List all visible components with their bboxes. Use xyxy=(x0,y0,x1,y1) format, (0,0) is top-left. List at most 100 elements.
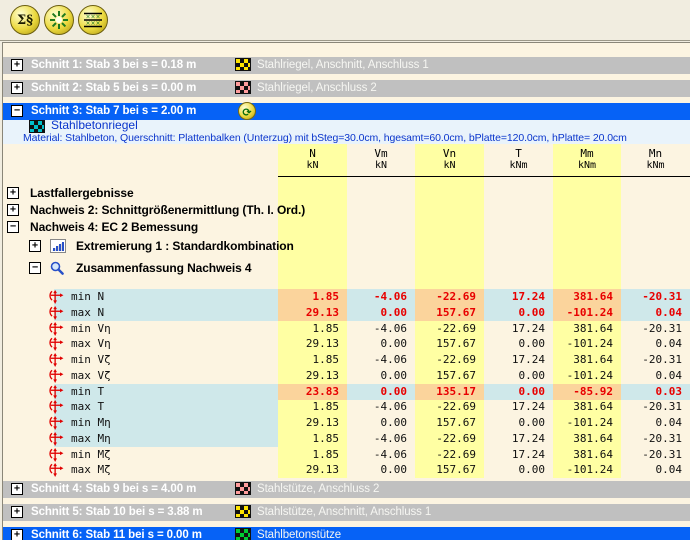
section-row-1[interactable]: Schnitt 1: Stab 3 bei s = 0.18 m Stahlri… xyxy=(3,57,690,74)
value-cell: 17.24 xyxy=(511,353,545,366)
tree-label: Nachweis 2: Schnittgrößenermittlung (Th.… xyxy=(30,203,306,217)
value-cell: 1.85 xyxy=(312,400,340,413)
value-cell: 1.85 xyxy=(312,448,340,461)
row-label: min Vη xyxy=(71,322,111,335)
value-cell: 381.64 xyxy=(573,400,613,413)
expand-icon[interactable] xyxy=(7,187,19,199)
row-label: max T xyxy=(71,400,105,413)
section-label: Schnitt 1: Stab 3 bei s = 0.18 m xyxy=(31,59,197,71)
value-cell: -20.31 xyxy=(621,289,690,305)
section-row-4[interactable]: Schnitt 4: Stab 9 bei s = 4.00 m Stahlst… xyxy=(3,481,690,498)
tree-label: Nachweis 4: EC 2 Bemessung xyxy=(30,220,199,234)
value-cell: -22.69 xyxy=(436,322,476,335)
section-description: Stahlriegel, Anschnitt, Anschluss 1 xyxy=(257,59,429,71)
row-label: max Vη xyxy=(71,337,111,350)
result-row-min-meta[interactable]: min Mη 29.13 0.00 157.67 0.00 -101.24 0.… xyxy=(0,415,690,431)
result-row-min-vzeta[interactable]: min Vζ 1.85 -4.06 -22.69 17.24 381.64 -2… xyxy=(0,352,690,368)
local-axes-icon xyxy=(47,416,65,430)
recalc-recycle-icon[interactable] xyxy=(238,102,256,120)
value-table-button[interactable] xyxy=(78,5,108,35)
value-cell: 0.04 xyxy=(621,305,690,321)
column-header: Vm xyxy=(374,147,388,160)
result-row-min-t[interactable]: min T 23.83 0.00 135.17 0.00 -85.92 0.03 xyxy=(0,384,690,400)
concrete-checker-icon xyxy=(235,528,251,540)
tree-item-zusammenfassung[interactable]: Zusammenfassung Nachweis 4 xyxy=(3,260,690,277)
value-cell: 0.00 xyxy=(518,463,546,476)
expand-icon[interactable] xyxy=(29,240,41,252)
starburst-button[interactable] xyxy=(44,5,74,35)
value-cell: -20.31 xyxy=(642,448,682,461)
section-row-2[interactable]: Schnitt 2: Stab 5 bei s = 0.00 m Stahlri… xyxy=(3,80,690,97)
tree-label: Zusammenfassung Nachweis 4 xyxy=(76,261,252,275)
local-axes-icon xyxy=(47,353,65,367)
result-row-max-t[interactable]: max T 1.85 -4.06 -22.69 17.24 381.64 -20… xyxy=(0,399,690,415)
collapse-icon[interactable] xyxy=(29,262,41,274)
steel-checker-icon xyxy=(235,81,251,94)
result-row-max-veta[interactable]: max Vη 29.13 0.00 157.67 0.00 -101.24 0.… xyxy=(0,336,690,352)
value-cell: 23.83 xyxy=(278,384,347,400)
value-cell: 0.04 xyxy=(655,337,683,350)
value-cell: -101.24 xyxy=(553,305,621,321)
value-cell: 17.24 xyxy=(511,400,545,413)
sigma-section-icon: Σ§ xyxy=(17,12,33,28)
result-row-min-n[interactable]: min N 1.85 -4.06 -22.69 17.24 381.64 -20… xyxy=(0,289,690,305)
collapse-icon[interactable] xyxy=(11,105,23,117)
tree-item-nachweis-2[interactable]: Nachweis 2: Schnittgrößenermittlung (Th.… xyxy=(3,202,690,219)
column-header: T xyxy=(515,147,522,160)
value-cell: -20.31 xyxy=(642,322,682,335)
expand-icon[interactable] xyxy=(11,506,23,518)
value-cell: -22.69 xyxy=(436,400,476,413)
value-cell: 135.17 xyxy=(415,384,484,400)
local-axes-icon xyxy=(47,432,65,446)
row-label: max Mζ xyxy=(71,463,111,476)
value-cell: 157.67 xyxy=(415,305,484,321)
value-cell: -101.24 xyxy=(566,369,613,382)
expand-icon[interactable] xyxy=(11,59,23,71)
value-cell: -20.31 xyxy=(642,353,682,366)
section-description: Stahlbetonstütze xyxy=(257,529,342,540)
expand-icon[interactable] xyxy=(7,204,19,216)
steel-checker-icon xyxy=(235,58,251,71)
section-row-6-selected[interactable]: Schnitt 6: Stab 11 bei s = 0.00 m Stahlb… xyxy=(3,527,690,540)
value-cell: 1.85 xyxy=(312,322,340,335)
local-axes-icon xyxy=(47,385,65,399)
expand-icon[interactable] xyxy=(11,483,23,495)
column-unit: kNm xyxy=(509,160,528,171)
value-cell: -85.92 xyxy=(553,384,621,400)
expand-icon[interactable] xyxy=(11,529,23,540)
expand-icon[interactable] xyxy=(11,82,23,94)
section-label: Schnitt 5: Stab 10 bei s = 3.88 m xyxy=(31,506,203,518)
local-axes-icon xyxy=(47,306,65,320)
value-cell: 29.13 xyxy=(305,463,339,476)
value-cell: 381.64 xyxy=(573,448,613,461)
steel-checker-icon xyxy=(235,482,251,495)
result-row-max-mzeta[interactable]: max Mζ 29.13 0.00 157.67 0.00 -101.24 0.… xyxy=(0,462,690,478)
tree-item-extremierung[interactable]: Extremierung 1 : Standardkombination xyxy=(3,238,690,255)
member-info: Stahlbetonriegel Material: Stahlbeton, Q… xyxy=(3,118,690,144)
value-cell: 0.00 xyxy=(380,337,408,350)
value-cell: 0.00 xyxy=(347,384,415,400)
tree-item-nachweis-4[interactable]: Nachweis 4: EC 2 Bemessung xyxy=(3,219,690,236)
row-label: min Mζ xyxy=(71,448,111,461)
sum-paragraph-button[interactable]: Σ§ xyxy=(10,5,40,35)
results-window: ××× ××× Σ§ N Vm Vn T Mm Mn kN kN kN kNm … xyxy=(0,0,690,540)
tree-item-lastfallergebnisse[interactable]: Lastfallergebnisse xyxy=(3,185,690,202)
result-row-max-meta[interactable]: max Mη 1.85 -4.06 -22.69 17.24 381.64 -2… xyxy=(0,431,690,447)
value-cell: 157.67 xyxy=(436,463,476,476)
value-cell: 29.13 xyxy=(305,369,339,382)
value-cell: 29.13 xyxy=(305,416,339,429)
value-cell: 0.00 xyxy=(347,305,415,321)
collapse-icon[interactable] xyxy=(7,221,19,233)
section-row-5[interactable]: Schnitt 5: Stab 10 bei s = 3.88 m Stahls… xyxy=(3,504,690,521)
result-row-min-mzeta[interactable]: min Mζ 1.85 -4.06 -22.69 17.24 381.64 -2… xyxy=(0,447,690,463)
section-label: Schnitt 4: Stab 9 bei s = 4.00 m xyxy=(31,483,197,495)
column-header: Mn xyxy=(648,147,663,160)
result-row-max-n[interactable]: max N 29.13 0.00 157.67 0.00 -101.24 0.0… xyxy=(0,305,690,321)
column-unit: kNm xyxy=(646,160,665,171)
value-cell: 1.85 xyxy=(312,353,340,366)
result-row-min-veta[interactable]: min Vη 1.85 -4.06 -22.69 17.24 381.64 -2… xyxy=(0,321,690,337)
starburst-icon xyxy=(49,10,69,30)
section-description: Stahlstütze, Anschluss 2 xyxy=(257,483,380,495)
result-row-max-vzeta[interactable]: max Vζ 29.13 0.00 157.67 0.00 -101.24 0.… xyxy=(0,368,690,384)
local-axes-icon xyxy=(47,369,65,383)
